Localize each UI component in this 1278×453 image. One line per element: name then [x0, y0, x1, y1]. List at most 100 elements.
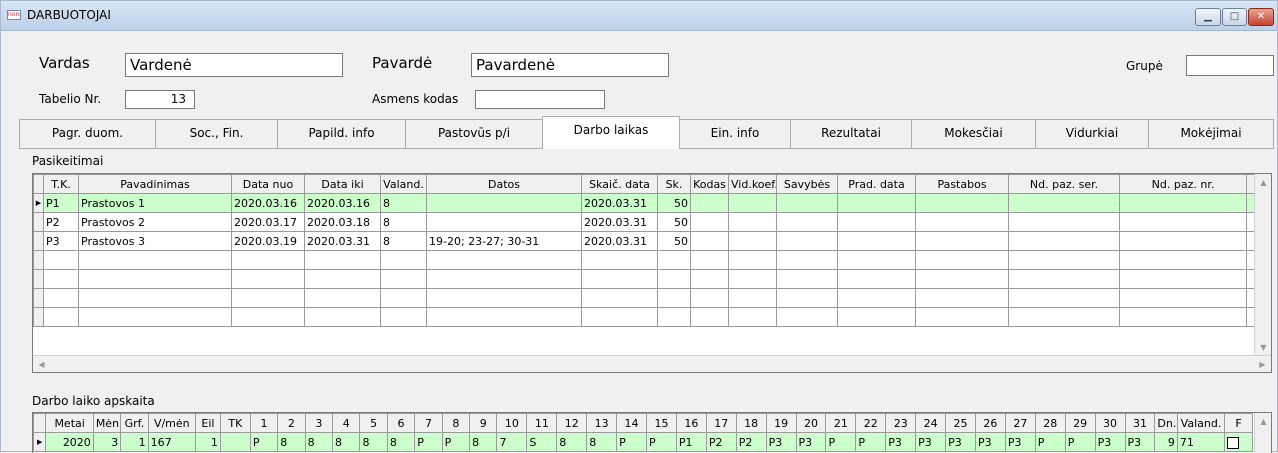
table-cell[interactable] [43, 269, 79, 289]
table-cell[interactable] [1119, 193, 1247, 213]
table-cell[interactable] [581, 307, 658, 327]
column-header[interactable]: 14 [616, 413, 647, 433]
table-cell[interactable] [1224, 432, 1253, 452]
column-header[interactable]: 30 [1094, 413, 1126, 433]
table-cell[interactable]: 50 [657, 212, 691, 232]
table-row[interactable]: P3 Prastovos 3 2020.03.19 2020.03.31 8 19-20;… [33, 231, 1271, 251]
table-cell[interactable]: 71 [1176, 432, 1226, 452]
table-cell[interactable] [380, 307, 427, 327]
table-cell[interactable] [1119, 307, 1247, 327]
table-cell[interactable] [728, 193, 777, 213]
column-header[interactable]: Skaič. data [581, 174, 658, 194]
column-header[interactable]: 27 [1004, 413, 1036, 433]
table-cell[interactable] [1008, 288, 1120, 308]
table-cell[interactable] [915, 250, 1009, 270]
table-cell[interactable] [837, 193, 916, 213]
column-header[interactable]: Grf. [120, 413, 149, 433]
tab-mokejimai[interactable]: Mokėjimai [1148, 119, 1274, 148]
column-header[interactable]: 25 [945, 413, 976, 433]
column-header[interactable]: 18 [735, 413, 767, 433]
table-cell[interactable]: P [646, 432, 677, 452]
table-cell[interactable]: 2020.03.19 [231, 231, 305, 251]
column-header[interactable]: 5 [359, 413, 388, 433]
close-icon[interactable]: ✕ [1248, 8, 1274, 26]
table-cell[interactable]: 8 [556, 432, 588, 452]
column-header[interactable]: 29 [1064, 413, 1096, 433]
table-cell[interactable] [915, 307, 1009, 327]
column-header[interactable]: Nd. paz. ser. [1008, 174, 1120, 194]
table-cell[interactable]: P2 [43, 212, 79, 232]
column-header[interactable]: 1 [249, 413, 279, 433]
column-header[interactable]: Prad. data [837, 174, 916, 194]
tab-vidurkiai[interactable]: Vidurkiai [1035, 119, 1149, 148]
table-cell[interactable] [837, 269, 916, 289]
table-cell[interactable]: 8 [380, 212, 427, 232]
table-cell[interactable] [690, 193, 729, 213]
table-cell[interactable]: 8 [586, 432, 618, 452]
table-cell[interactable] [690, 269, 729, 289]
table-cell[interactable] [1008, 307, 1120, 327]
table-cell[interactable]: P3 [915, 432, 947, 452]
tab-pastovus-pi[interactable]: Pastovūs p/i [405, 119, 543, 148]
table-cell[interactable] [776, 250, 838, 270]
table-cell[interactable]: 8 [277, 432, 306, 452]
table-cell[interactable] [231, 250, 305, 270]
table-cell[interactable] [1008, 231, 1120, 251]
table-cell[interactable]: 2020.03.16 [304, 193, 381, 213]
table-cell[interactable] [728, 307, 777, 327]
table-row[interactable]: ▶ 2020 3 1 167 1 P 8 8 8 8 8 P P 8 7 S 8 8 P P P1 P2 P2 P3 P3 P P P3… [33, 432, 1253, 452]
scroll-up-icon[interactable]: ▲ [1255, 413, 1271, 430]
table-cell[interactable] [915, 212, 1009, 232]
table-cell[interactable]: 8 [304, 432, 334, 452]
table-cell[interactable]: P [1034, 432, 1066, 452]
table-cell[interactable]: P1 [43, 193, 79, 213]
table-cell[interactable]: 50 [657, 231, 691, 251]
table-cell[interactable] [657, 288, 691, 308]
table-cell[interactable] [1119, 250, 1247, 270]
table-cell[interactable]: 2020.03.31 [581, 193, 658, 213]
table-cell[interactable] [1008, 250, 1120, 270]
table-cell[interactable] [304, 307, 381, 327]
table-cell[interactable] [776, 307, 838, 327]
table-cell[interactable] [776, 269, 838, 289]
table-cell[interactable] [304, 250, 381, 270]
table-cell[interactable] [304, 269, 381, 289]
pasikeitimai-hscroll[interactable]: ◀ ▶ [33, 355, 1271, 372]
column-header[interactable]: 24 [915, 413, 947, 433]
column-header[interactable]: Savybės [776, 174, 838, 194]
column-header[interactable]: Pavadinimas [78, 174, 232, 194]
table-cell[interactable]: P [825, 432, 857, 452]
table-cell[interactable] [78, 250, 232, 270]
table-cell[interactable]: P3 [43, 231, 79, 251]
table-cell[interactable] [776, 288, 838, 308]
column-header[interactable]: 28 [1034, 413, 1066, 433]
table-cell[interactable] [690, 307, 729, 327]
column-header[interactable]: Valand. [1176, 413, 1226, 433]
column-header[interactable]: Nd. paz. nr. [1119, 174, 1247, 194]
table-cell[interactable] [304, 288, 381, 308]
maximize-icon[interactable]: □ [1222, 8, 1247, 26]
table-row[interactable]: ▶ P1 Prastovos 1 2020.03.16 2020.03.16 8 2020.… [33, 193, 1271, 213]
column-header[interactable]: 6 [386, 413, 416, 433]
table-cell[interactable] [837, 231, 916, 251]
column-header[interactable]: Valand. [380, 174, 427, 194]
f-checkbox[interactable] [1227, 436, 1240, 449]
scroll-right-icon[interactable]: ▶ [1254, 356, 1271, 372]
table-cell[interactable] [690, 212, 729, 232]
table-cell[interactable] [728, 231, 777, 251]
table-cell[interactable] [657, 307, 691, 327]
table-cell[interactable] [231, 307, 305, 327]
table-cell[interactable] [1008, 212, 1120, 232]
table-cell[interactable]: 2020 [45, 432, 94, 452]
table-cell[interactable] [426, 212, 582, 232]
column-header[interactable]: T.K. [43, 174, 79, 194]
column-header[interactable]: 16 [675, 413, 707, 433]
table-cell[interactable] [581, 269, 658, 289]
table-cell[interactable] [581, 288, 658, 308]
table-cell[interactable]: 8 [386, 432, 416, 452]
pavarde-field[interactable]: Pavardenė [471, 53, 669, 77]
column-header[interactable]: 23 [885, 413, 917, 433]
column-header[interactable]: Eil [194, 413, 221, 433]
column-header[interactable]: Vid.koef. [728, 174, 777, 194]
table-cell[interactable] [915, 288, 1009, 308]
